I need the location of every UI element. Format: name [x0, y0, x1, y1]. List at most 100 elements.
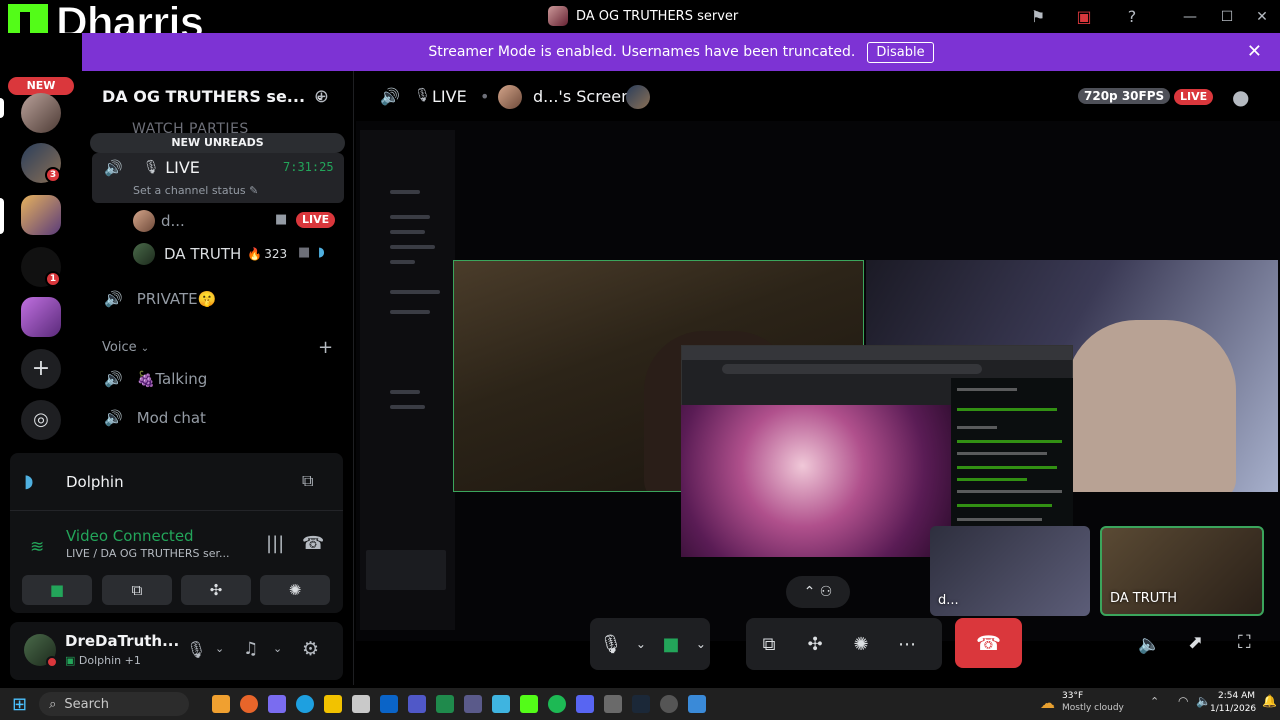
- flag-icon[interactable]: ⚑: [1027, 6, 1049, 28]
- firefox-icon[interactable]: [240, 695, 259, 713]
- windows-taskbar: ⊞ ⌕ Search ☁ 33°F Mostly cloudy ⌃ ◠ 🔈 2:…: [0, 688, 1280, 720]
- unread-pill: [0, 98, 4, 118]
- mic-icon[interactable]: 🎙: [186, 640, 206, 659]
- activities-button[interactable]: ✣: [181, 575, 251, 605]
- clock-date[interactable]: 1/11/2026: [1210, 704, 1256, 714]
- weather-temp[interactable]: 33°F: [1062, 691, 1083, 701]
- volume-icon[interactable]: 🔈: [1196, 694, 1211, 708]
- popout-icon[interactable]: ⬈: [1188, 632, 1203, 653]
- channel-mod-chat[interactable]: 🔊 Mod chat: [104, 409, 206, 427]
- app-icon[interactable]: [492, 695, 511, 713]
- server-icon-selected[interactable]: [21, 195, 61, 235]
- chevron-down-icon[interactable]: ⌄: [215, 642, 224, 655]
- server-icon[interactable]: [21, 93, 61, 133]
- gear-icon[interactable]: ⚙: [302, 638, 319, 660]
- disconnect-icon[interactable]: ☎: [302, 533, 324, 554]
- more-icon[interactable]: ⋯: [884, 621, 930, 667]
- chevron-down-icon[interactable]: ⌄: [692, 621, 710, 667]
- disable-streamer-mode-button[interactable]: Disable: [867, 41, 934, 63]
- app-icon[interactable]: [604, 695, 623, 713]
- voice-member[interactable]: DA TRUTH 🔥 323: [133, 243, 287, 265]
- participant-tile[interactable]: DA TRUTH: [1100, 526, 1264, 616]
- inbox-icon[interactable]: ▣: [1073, 6, 1095, 28]
- discord-app-icon[interactable]: [576, 695, 595, 713]
- leave-call-button[interactable]: ☎: [955, 618, 1022, 668]
- wifi-icon[interactable]: ◠: [1178, 694, 1188, 708]
- separator-dot: •: [480, 87, 490, 106]
- participants-toggle[interactable]: ⌃ ⚇: [786, 576, 850, 608]
- share-screen-button[interactable]: ⧉: [102, 575, 172, 605]
- windows-start-icon[interactable]: ⊞: [12, 694, 27, 715]
- chat-bubble-icon[interactable]: ●: [1232, 85, 1249, 109]
- share-screen-icon[interactable]: ⧉: [746, 621, 792, 667]
- taskbar-search[interactable]: ⌕ Search: [39, 692, 190, 716]
- weather-desc[interactable]: Mostly cloudy: [1062, 703, 1124, 713]
- participant-tile[interactable]: d...: [930, 526, 1090, 616]
- kick-stream-video: [681, 405, 951, 557]
- camera-icon[interactable]: ■: [650, 621, 692, 667]
- connection-status[interactable]: Video Connected: [66, 527, 194, 545]
- signal-icon[interactable]: ≋: [30, 537, 44, 557]
- user-panel: DreDaTruth... ▣ Dolphin +1 🎙 ⌄ ♫ ⌄ ⚙: [10, 622, 343, 680]
- store-icon[interactable]: [352, 695, 371, 713]
- help-icon[interactable]: ?: [1121, 6, 1143, 28]
- teams-icon[interactable]: [408, 695, 427, 713]
- mini-channel-line: [390, 260, 415, 264]
- chevron-down-icon[interactable]: ⌄: [632, 621, 650, 667]
- close-window-button[interactable]: ✕: [1251, 6, 1273, 28]
- mic-icon[interactable]: 🎙: [590, 621, 632, 667]
- server-thumbnail-icon: [548, 6, 568, 26]
- soundboard-button[interactable]: ✺: [260, 575, 330, 605]
- channel-status[interactable]: Set a channel status ✎: [133, 184, 258, 197]
- folder-icon[interactable]: [324, 695, 343, 713]
- server-icon[interactable]: [21, 297, 61, 337]
- username[interactable]: DreDaTruth...: [65, 632, 179, 650]
- avatar: [498, 85, 522, 109]
- fullscreen-icon[interactable]: ⛶: [1238, 632, 1251, 653]
- kick-app-icon[interactable]: [520, 695, 539, 713]
- invite-icon[interactable]: ⊕: [314, 86, 329, 107]
- app-icon[interactable]: [436, 695, 455, 713]
- screen-share-icon[interactable]: ⧉: [302, 471, 313, 491]
- noise-suppression-icon[interactable]: |||: [266, 533, 284, 554]
- participant-name: d...: [938, 593, 959, 608]
- connection-detail[interactable]: LIVE / DA OG TRUTHERS ser...: [66, 547, 230, 560]
- add-channel-icon[interactable]: +: [318, 337, 333, 358]
- member-name: DA TRUTH: [164, 245, 242, 263]
- headphones-icon[interactable]: ♫: [243, 639, 258, 659]
- add-server-icon[interactable]: +: [21, 349, 61, 389]
- activity-name: Dolphin: [66, 473, 124, 491]
- file-explorer-icon[interactable]: [212, 695, 231, 713]
- activity-row[interactable]: ◗ Dolphin ⧉: [10, 453, 343, 511]
- channel-talking[interactable]: 🔊 🍇Talking: [104, 370, 207, 388]
- voice-category-header[interactable]: Voice ⌄: [102, 340, 149, 355]
- steam-icon[interactable]: [632, 695, 651, 713]
- camera-button[interactable]: ■: [22, 575, 92, 605]
- maximize-button[interactable]: ☐: [1216, 6, 1238, 28]
- chevron-up-icon[interactable]: ⌃: [1150, 695, 1159, 708]
- mini-channel-line: [390, 310, 430, 314]
- edge-icon[interactable]: [296, 695, 315, 713]
- clock-time[interactable]: 2:54 AM: [1218, 691, 1255, 701]
- outlook-icon[interactable]: [380, 695, 399, 713]
- new-unreads-bar[interactable]: NEW UNREADS: [90, 133, 345, 153]
- screen-title: d...'s Screen: [533, 87, 632, 106]
- app-icon[interactable]: [464, 695, 483, 713]
- app-icon[interactable]: [660, 695, 679, 713]
- notification-icon[interactable]: 🔔: [1262, 694, 1277, 708]
- speaker-icon: 🔊: [104, 290, 123, 308]
- voice-member[interactable]: d...: [133, 210, 185, 232]
- camera-icon: ■: [298, 245, 311, 260]
- chevron-down-icon[interactable]: ⌄: [273, 642, 282, 655]
- activities-icon[interactable]: ✣: [792, 621, 838, 667]
- volume-icon[interactable]: 🔈: [1138, 634, 1160, 655]
- avatar: [626, 85, 650, 109]
- close-icon[interactable]: ✕: [1247, 41, 1262, 62]
- minimize-button[interactable]: —: [1179, 6, 1201, 28]
- channel-private[interactable]: 🔊 PRIVATE🤫: [104, 290, 216, 308]
- spotify-icon[interactable]: [548, 695, 567, 713]
- soundboard-icon[interactable]: ✺: [838, 621, 884, 667]
- discover-icon[interactable]: ◎: [21, 400, 61, 440]
- copilot-icon[interactable]: [268, 695, 287, 713]
- app-icon[interactable]: [688, 695, 707, 713]
